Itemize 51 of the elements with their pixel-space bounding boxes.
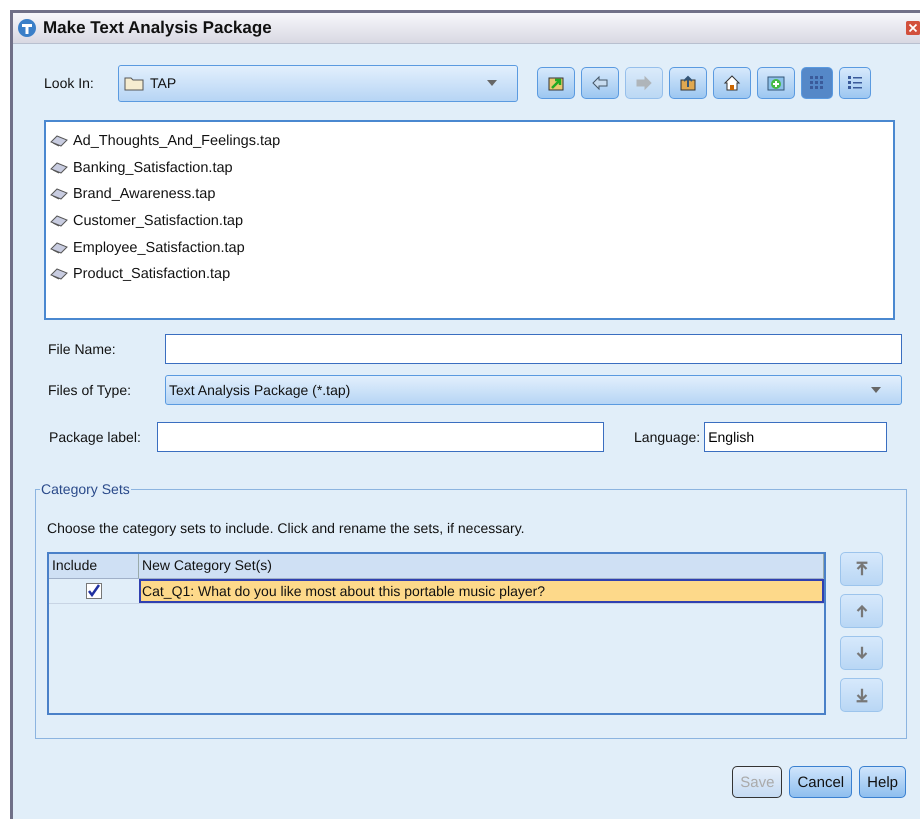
file-icon [50,214,68,228]
upload-button[interactable] [669,67,707,99]
move-up-button[interactable] [840,594,883,628]
package-label-label: Package label: [48,428,142,444]
file-item[interactable]: Banking_Satisfaction.tap [48,154,233,182]
details-view-button[interactable] [839,67,871,99]
dialog-button[interactable]: Help [859,766,906,798]
folder-icon [124,75,144,91]
files-of-type-label: Files of Type: [47,382,132,398]
caret-icon [871,387,881,393]
new-folder-button[interactable] [757,67,795,99]
file-name-field[interactable] [165,334,902,364]
look-in-label: Look In: [44,75,95,91]
app-logo-icon [17,18,37,38]
file-item[interactable]: Brand_Awareness.tap [48,181,216,208]
file-name-label: File Name: [47,341,117,357]
include-checkbox[interactable] [86,583,102,599]
file-item[interactable]: Employee_Satisfaction.tap [48,234,245,261]
file-icon [50,267,68,282]
window-title: Make Text Analysis Package [43,18,273,38]
up-folder-button[interactable] [537,67,575,99]
group-title: Category Sets [40,481,131,497]
file-item[interactable]: Ad_Thoughts_And_Feelings.tap [48,128,280,155]
file-icon [50,187,68,202]
category-set-cell[interactable]: Cat_Q1: What do you like most about this portable music player? [139,579,824,603]
caret-icon [487,80,497,86]
close-icon[interactable] [906,20,920,36]
dialog-button[interactable]: Cancel [789,766,852,798]
file-item[interactable]: Product_Satisfaction.tap [48,260,230,288]
file-icon [50,160,68,175]
language-label: Language: [634,428,700,444]
files-of-type-dropdown[interactable]: Text Analysis Package (*.tap) [165,375,902,405]
instructions-text: Choose the category sets to include. Click and rename the sets, if necessary. [47,520,526,536]
file-icon [50,134,68,148]
column-header[interactable]: New Category Set(s) [139,554,824,578]
home-icon [722,73,742,93]
package-label-field[interactable] [157,422,604,452]
home-button[interactable] [713,67,751,99]
file-item[interactable]: Customer_Satisfaction.tap [48,208,244,234]
box-arrow-icon [678,73,698,93]
look-in-dropdown[interactable]: TAP [118,64,518,102]
right-arrow-icon [634,73,654,93]
left-arrow-icon [590,73,610,93]
list-view-button[interactable] [801,67,833,99]
move-down-button[interactable] [840,636,883,670]
back-button[interactable] [581,67,619,99]
file-icon [50,240,68,255]
move-top-button[interactable] [840,552,883,586]
language-field[interactable]: English [704,422,888,452]
move-bottom-button[interactable] [840,678,883,712]
column-header[interactable]: Include [49,554,139,578]
